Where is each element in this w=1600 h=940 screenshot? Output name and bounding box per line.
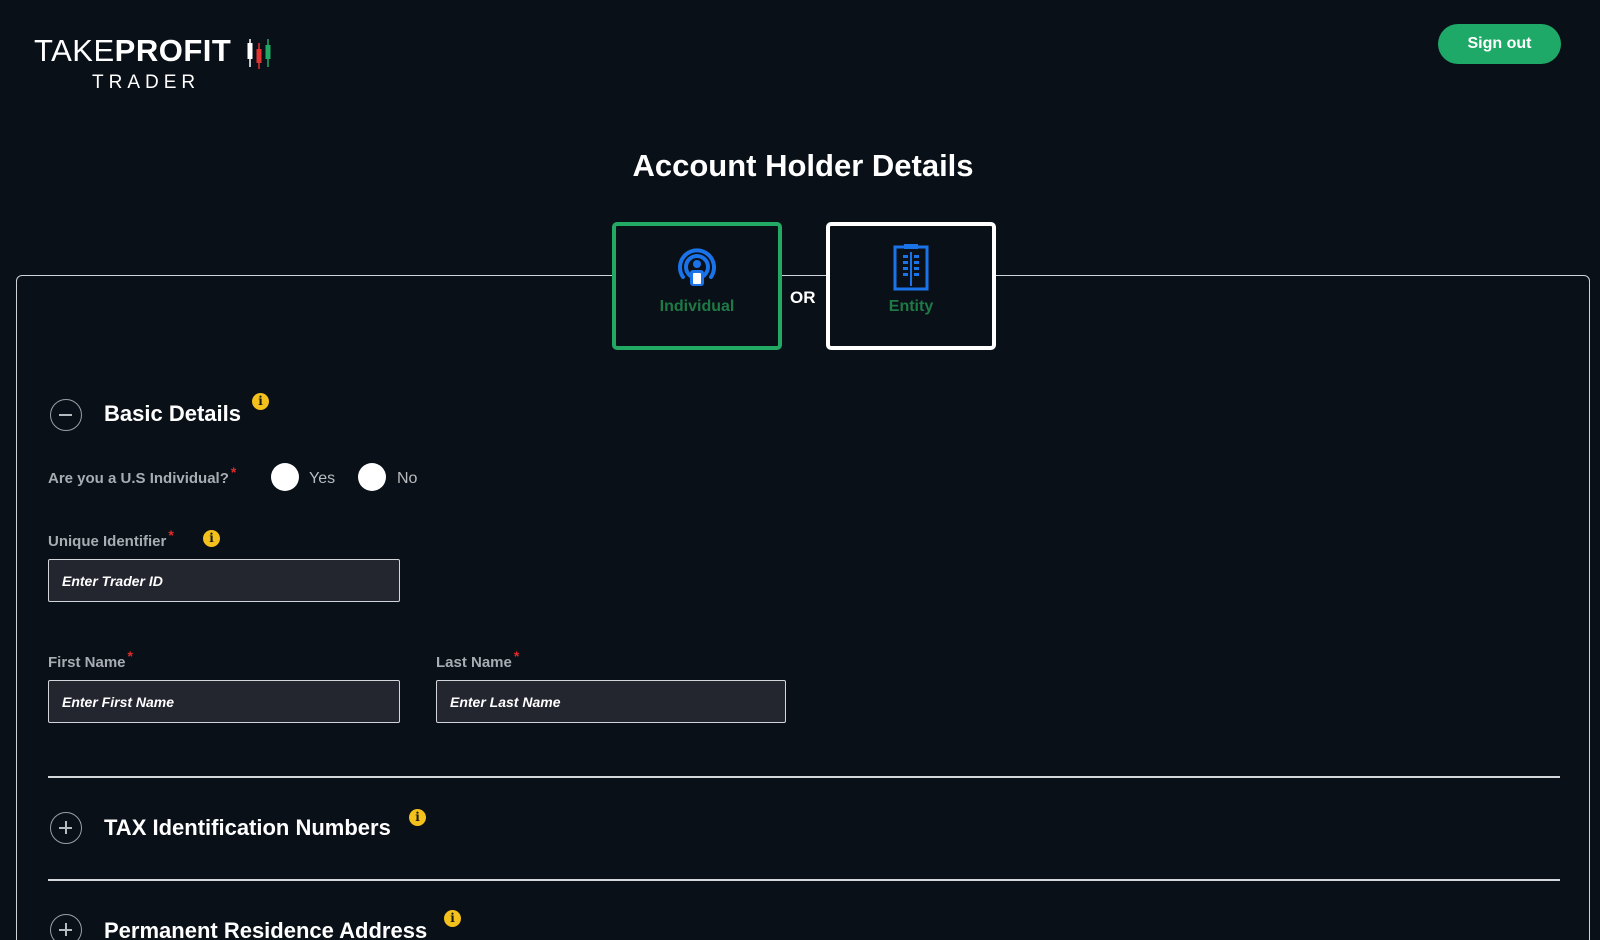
us-no-label: No [397,470,418,487]
logo-take-text: TAKE [34,33,115,68]
us-individual-question: Are you a U.S Individual? * [48,464,236,489]
building-icon [893,244,929,291]
sign-out-button[interactable]: Sign out [1438,24,1561,64]
unique-identifier-label: Unique Identifier * [48,527,174,552]
entity-option[interactable]: Entity [826,222,996,350]
or-separator: OR [790,288,816,307]
page-title: Account Holder Details [632,148,974,183]
individual-option[interactable]: Individual [612,222,782,350]
required-asterisk: * [127,648,133,664]
minus-circle-icon[interactable] [50,399,82,431]
last-label-text: Last Name [436,654,512,671]
section-divider [48,879,1560,881]
logo-trader-text: TRADER [92,72,201,93]
info-icon[interactable]: i [409,809,426,826]
account-holder-page: TAKEPROFIT TRADER Sign out Account Holde… [0,0,1600,940]
first-label-text: First Name [48,654,126,671]
takeprofit-logo: TAKEPROFIT TRADER [34,34,284,96]
required-asterisk: * [513,648,520,664]
first-name-input[interactable] [48,680,400,723]
required-asterisk: * [230,464,237,480]
address-section-title[interactable]: Permanent Residence Address [104,917,427,940]
last-name-input[interactable] [436,680,786,723]
logo-wordmark: TAKEPROFIT [34,34,231,68]
tax-section-title[interactable]: TAX Identification Numbers [104,814,391,842]
us-yes-radio[interactable] [271,463,299,491]
us-yes-label: Yes [309,470,336,487]
section-divider [48,776,1560,778]
logo-profit-text: PROFIT [114,33,232,68]
person-pin-icon [678,248,716,286]
us-question-text: Are you a U.S Individual? [48,470,229,487]
candlestick-logo-icon [247,39,271,69]
info-icon[interactable]: i [252,393,269,410]
first-name-label: First Name * [48,648,133,673]
individual-label: Individual [659,298,735,315]
info-icon[interactable]: i [203,530,220,547]
us-no-radio[interactable] [358,463,386,491]
basic-details-title[interactable]: Basic Details [104,400,241,428]
plus-circle-icon[interactable] [50,914,82,940]
last-name-label: Last Name * [436,648,519,673]
entity-label: Entity [888,298,934,315]
plus-circle-icon[interactable] [50,812,82,844]
required-asterisk: * [168,527,174,543]
info-icon[interactable]: i [444,910,461,927]
unique-label-text: Unique Identifier [48,533,167,550]
trader-id-input[interactable] [48,559,400,602]
